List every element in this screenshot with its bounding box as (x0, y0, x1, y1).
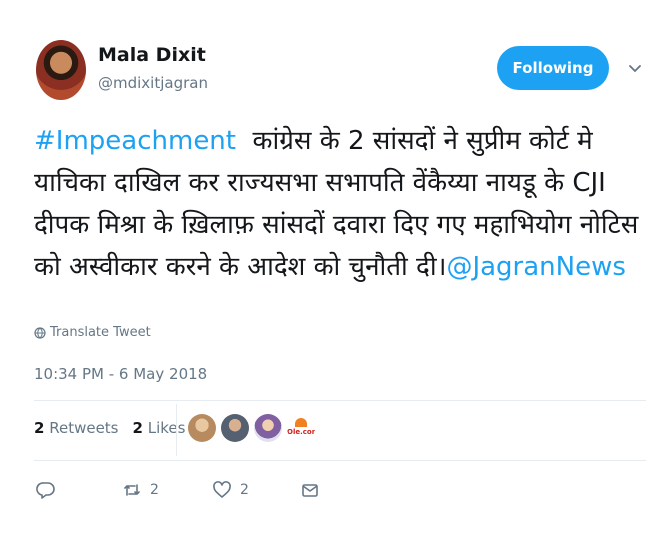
likes-count: 2 (132, 419, 143, 437)
hashtag-link[interactable]: #Impeachment (34, 126, 236, 156)
translate-tweet-link[interactable]: Translate Tweet (34, 325, 151, 340)
liker-avatar[interactable] (188, 414, 216, 442)
stats-separator (176, 404, 177, 456)
tweet-actions: 2 2 (36, 480, 336, 504)
like-button[interactable]: 2 (212, 480, 249, 500)
retweet-button[interactable]: 2 (122, 480, 159, 500)
direct-message-button[interactable] (300, 480, 320, 500)
translate-label: Translate Tweet (50, 325, 151, 340)
tweet-text: #Impeachment कांग्रेस के 2 सांसदों ने सु… (34, 120, 646, 288)
globe-icon (34, 326, 46, 339)
heart-icon (213, 481, 231, 498)
likes-stat[interactable]: 2 Likes (133, 419, 186, 437)
avatar[interactable] (36, 40, 86, 100)
engagement-stats: 2 Retweets 2 Likes (34, 419, 185, 437)
user-handle[interactable]: @mdixitjagran (98, 74, 208, 92)
tweet-timestamp[interactable]: 10:34 PM - 6 May 2018 (34, 365, 207, 383)
likes-label: Likes (147, 419, 186, 437)
divider-top (34, 400, 646, 401)
envelope-icon (302, 484, 318, 497)
retweets-stat[interactable]: 2 Retweets (34, 419, 119, 437)
liker-avatar[interactable] (254, 414, 282, 442)
retweet-count: 2 (150, 482, 159, 498)
following-button[interactable]: Following (497, 46, 609, 90)
liker-avatar[interactable]: Ole.com (287, 414, 315, 442)
user-name[interactable]: Mala Dixit (98, 44, 206, 66)
divider-bottom (34, 460, 646, 461)
liker-logo-text: Ole.com (287, 428, 315, 436)
chevron-down-icon[interactable] (628, 62, 642, 76)
reply-icon (36, 482, 55, 499)
retweet-icon (124, 484, 140, 496)
like-count: 2 (240, 482, 249, 498)
retweets-label: Retweets (49, 419, 119, 437)
logo-sun-icon (295, 418, 307, 427)
liker-avatar[interactable] (221, 414, 249, 442)
liker-avatars: Ole.com (188, 414, 315, 442)
reply-button[interactable] (36, 480, 56, 500)
retweets-count: 2 (34, 419, 45, 437)
mention-link[interactable]: @JagranNews (446, 252, 625, 282)
